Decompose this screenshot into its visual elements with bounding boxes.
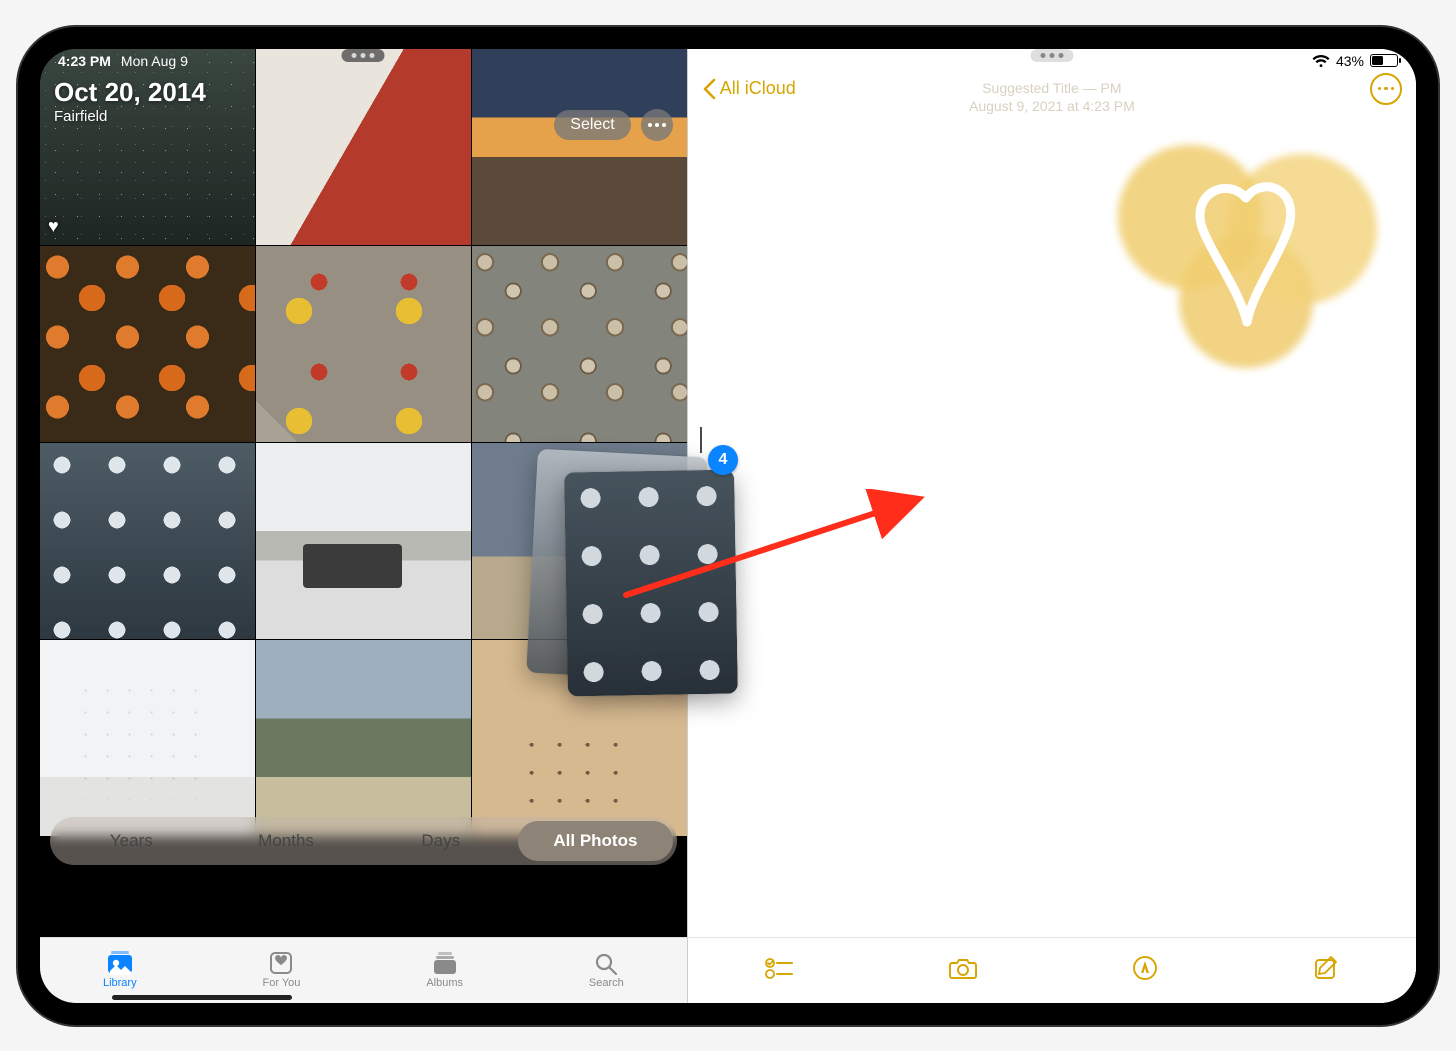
photos-location-subtitle: Fairfield: [54, 108, 206, 125]
photo-grid: ♥: [40, 49, 687, 937]
heart-sketch-icon: [1191, 180, 1301, 330]
wifi-icon: [1312, 54, 1330, 68]
checklist-icon: [765, 957, 793, 979]
text-insertion-cursor: [700, 427, 702, 453]
photo-thumb[interactable]: [256, 640, 471, 836]
tab-albums[interactable]: Albums: [426, 951, 463, 989]
tab-search[interactable]: Search: [589, 951, 624, 989]
photo-thumb[interactable]: [40, 246, 255, 442]
photo-thumb[interactable]: [256, 49, 471, 245]
notes-suggested-date: August 9, 2021 at 4:23 PM: [969, 97, 1135, 115]
photo-thumb[interactable]: [472, 443, 687, 639]
tab-label: Albums: [426, 977, 463, 989]
status-bar-right: 43%: [1312, 53, 1398, 69]
status-bar-left: 4:23 PM Mon Aug 9: [58, 53, 188, 69]
photos-tab-bar: Library For You Albums Search: [40, 937, 687, 1003]
photo-thumb[interactable]: [40, 640, 255, 836]
segment-days[interactable]: Days: [363, 821, 518, 861]
tab-label: For You: [262, 977, 300, 989]
notes-more-button[interactable]: [1370, 73, 1402, 105]
photo-thumb[interactable]: [256, 246, 471, 442]
photos-grid-viewport[interactable]: ♥ Oct 20, 2014: [40, 49, 687, 937]
segment-months[interactable]: Months: [209, 821, 364, 861]
library-icon: [106, 951, 134, 975]
notes-back-label: All iCloud: [720, 78, 796, 99]
ellipsis-icon: [648, 123, 666, 127]
ellipsis-icon: [1378, 87, 1395, 91]
photo-thumb[interactable]: [40, 443, 255, 639]
search-icon: [593, 951, 619, 975]
battery-icon: [1370, 54, 1398, 67]
segment-years[interactable]: Years: [54, 821, 209, 861]
battery-percent: 43%: [1336, 53, 1364, 69]
status-time: 4:23 PM: [58, 53, 111, 69]
select-button[interactable]: Select: [554, 110, 630, 140]
tab-library[interactable]: Library: [103, 951, 137, 989]
tab-for-you[interactable]: For You: [262, 951, 300, 989]
app-photos: 4:23 PM Mon Aug 9 ♥: [40, 49, 687, 1003]
photos-more-button[interactable]: [641, 109, 673, 141]
favorite-heart-icon: ♥: [48, 216, 59, 237]
notes-editor-body[interactable]: [688, 117, 1416, 937]
foryou-icon: [268, 951, 294, 975]
albums-icon: [431, 951, 459, 975]
camera-icon: [948, 956, 978, 980]
drag-count-badge: 4: [708, 445, 738, 475]
photo-thumb[interactable]: [472, 49, 687, 245]
photo-thumb[interactable]: [472, 640, 687, 836]
notes-sketch-attachment[interactable]: [1106, 145, 1386, 385]
tab-label: Search: [589, 977, 624, 989]
notes-bottom-toolbar: [688, 937, 1416, 1003]
segment-all-photos[interactable]: All Photos: [518, 821, 673, 861]
notes-back-button[interactable]: All iCloud: [702, 78, 796, 100]
photo-thumb[interactable]: [256, 443, 471, 639]
status-date: Mon Aug 9: [121, 53, 188, 69]
app-notes: 43% All iCloud Suggested Title — PM Augu…: [687, 49, 1416, 1003]
markup-button[interactable]: [1132, 955, 1158, 986]
photos-view-segmented-control[interactable]: Years Months Days All Photos: [50, 817, 677, 865]
multitask-pill-photos[interactable]: [342, 49, 385, 62]
photo-thumb[interactable]: [472, 246, 687, 442]
ipad-device-frame: 4:23 PM Mon Aug 9 ♥: [18, 27, 1438, 1025]
notes-suggested-title: Suggested Title — PM: [969, 79, 1135, 97]
compose-icon: [1313, 955, 1339, 981]
camera-button[interactable]: [948, 956, 978, 985]
notes-suggested-meta: Suggested Title — PM August 9, 2021 at 4…: [969, 79, 1135, 115]
home-indicator-left[interactable]: [112, 995, 292, 1000]
ipad-screen: 4:23 PM Mon Aug 9 ♥: [40, 49, 1416, 1003]
checklist-button[interactable]: [765, 957, 793, 984]
multitask-pill-notes[interactable]: [1030, 49, 1073, 62]
compose-button[interactable]: [1313, 955, 1339, 986]
tab-label: Library: [103, 977, 137, 989]
chevron-left-icon: [702, 78, 716, 100]
markup-icon: [1132, 955, 1158, 981]
photos-date-title: Oct 20, 2014: [54, 77, 206, 108]
